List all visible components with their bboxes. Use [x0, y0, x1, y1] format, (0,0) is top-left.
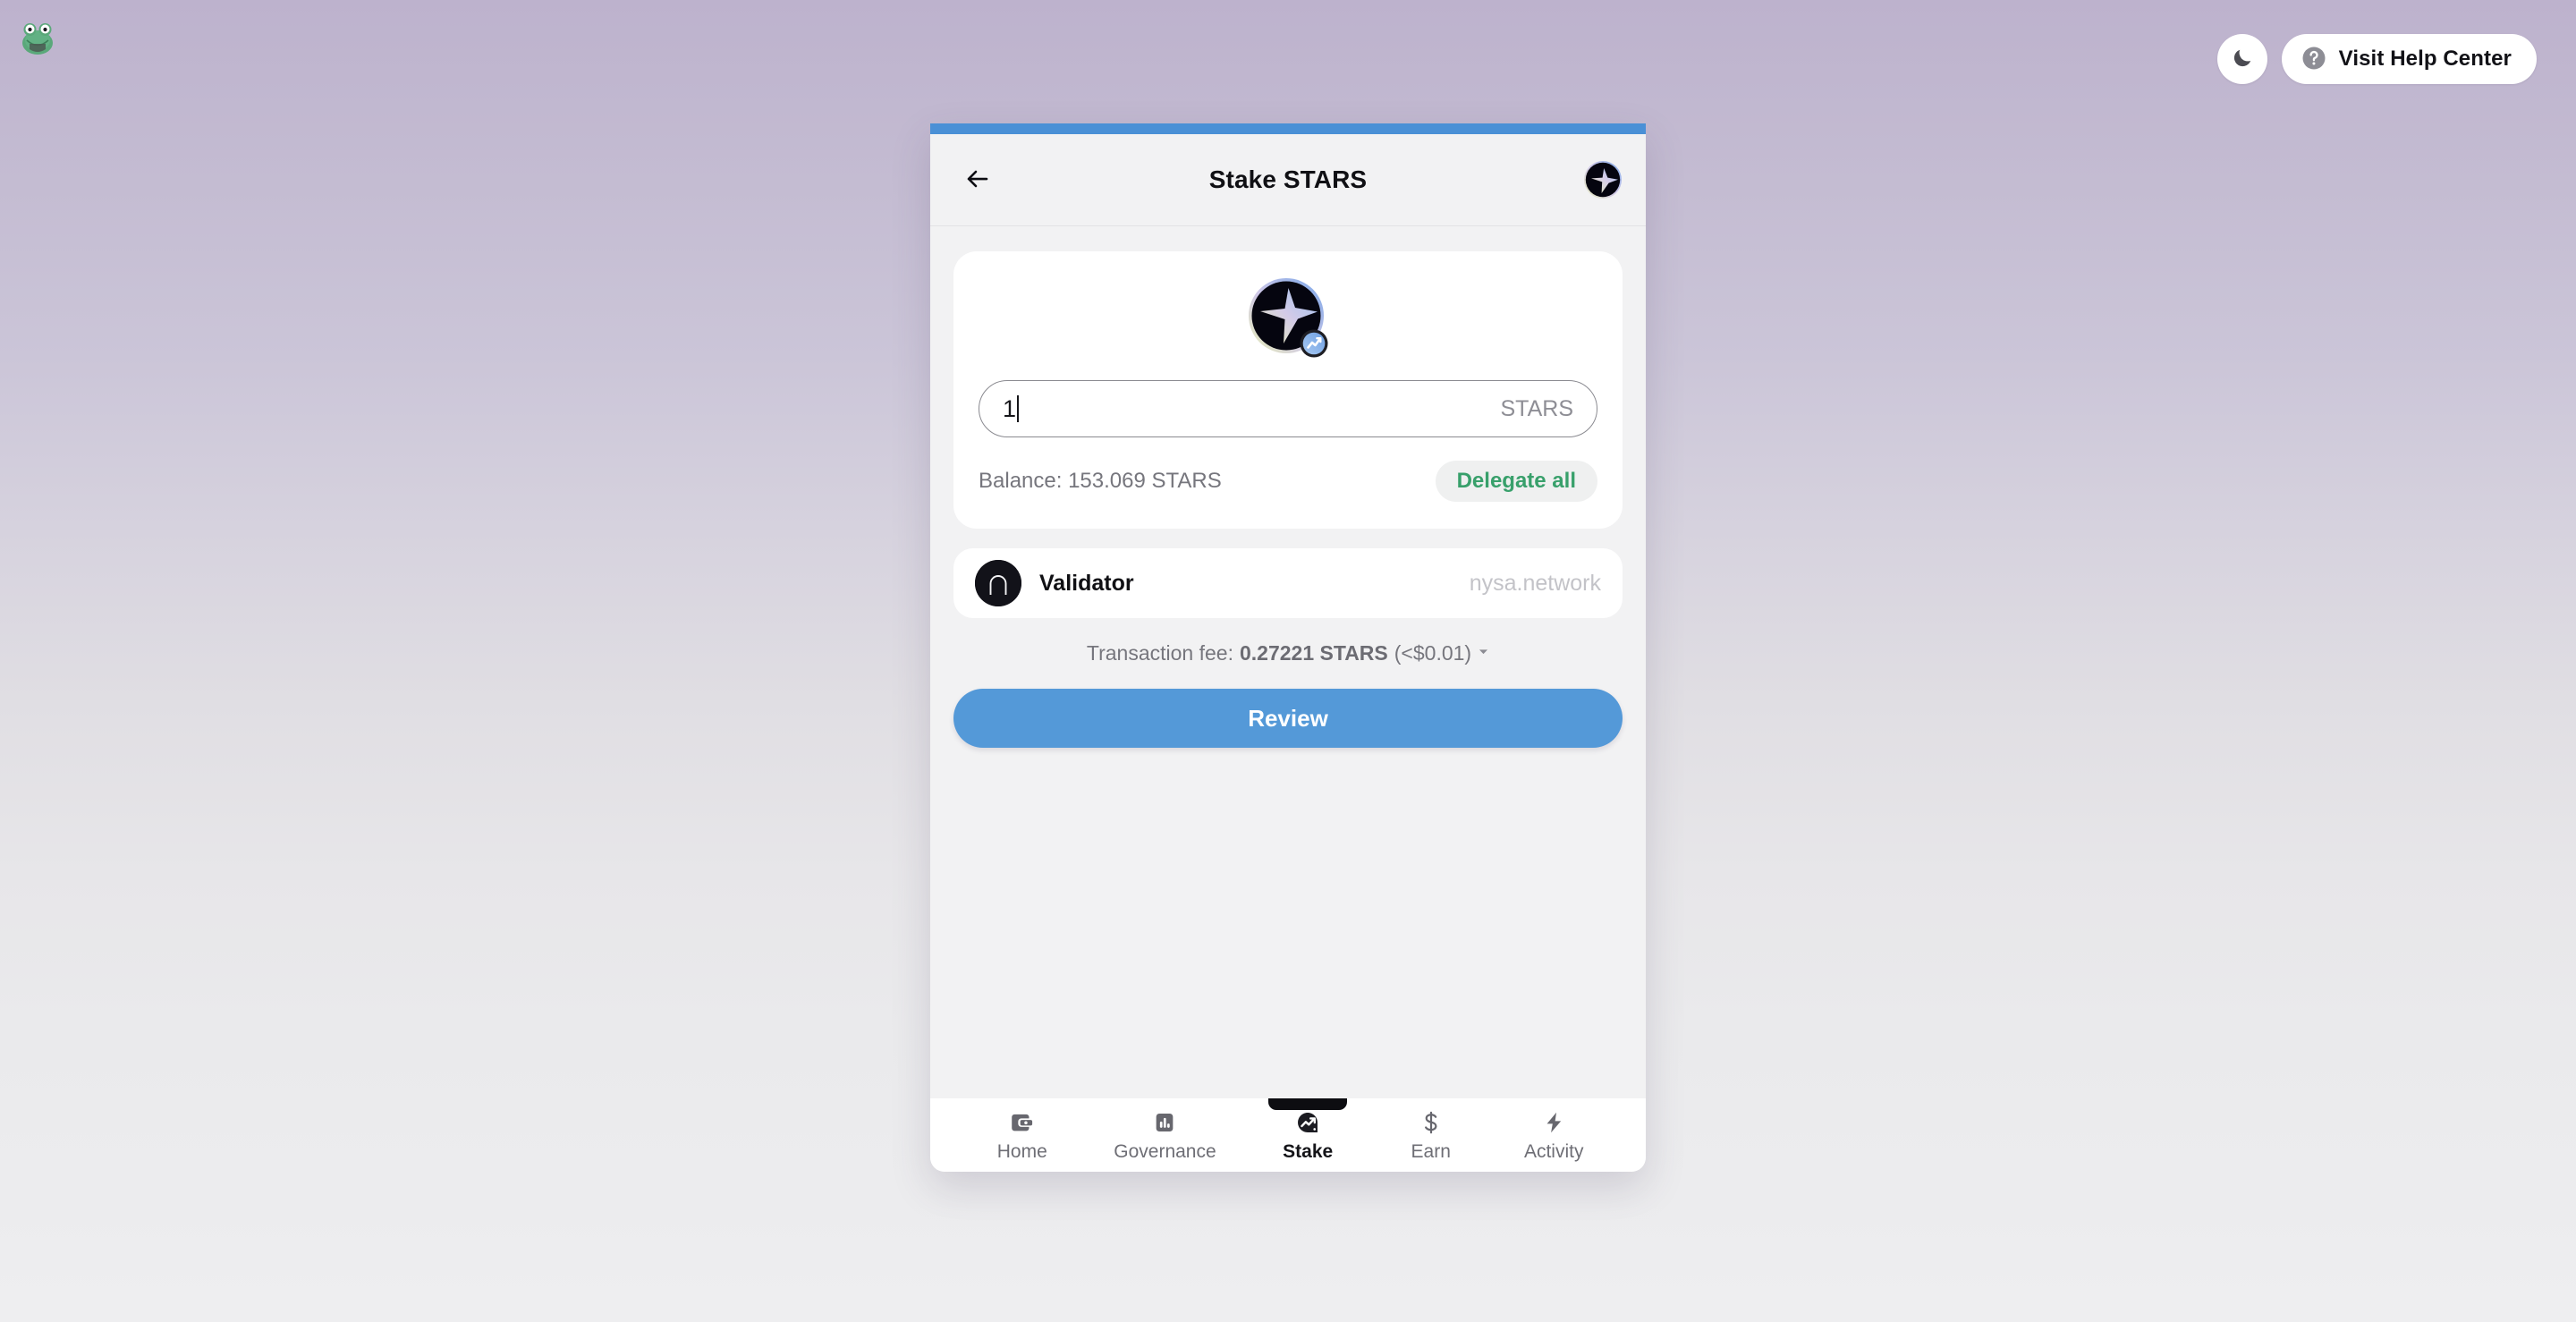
stars-token-icon[interactable] — [1583, 160, 1623, 199]
nav-label-home: Home — [996, 1141, 1047, 1162]
visit-help-center-label: Visit Help Center — [2338, 47, 2512, 71]
nav-item-stake[interactable]: Stake — [1268, 1098, 1348, 1163]
validator-label: Validator — [1039, 570, 1134, 596]
moon-icon — [2231, 47, 2254, 72]
nav-label-governance: Governance — [1114, 1141, 1216, 1162]
transaction-fee-row[interactable]: Transaction fee: 0.27221 STARS (<$0.01) — [953, 641, 1623, 665]
bottom-navigation: Home Governance Stake Earn Activity — [930, 1098, 1646, 1172]
amount-input[interactable]: 1 STARS — [979, 380, 1597, 437]
nav-label-stake: Stake — [1283, 1141, 1334, 1162]
dark-mode-toggle[interactable] — [2216, 34, 2267, 84]
arrow-left-icon — [964, 165, 991, 195]
amount-card: 1 STARS Balance: 153.069 STARS Delegate … — [953, 251, 1623, 529]
wallet-icon — [1009, 1109, 1036, 1136]
fee-amount: 0.27221 STARS — [1239, 641, 1388, 665]
nav-item-activity[interactable]: Activity — [1522, 1109, 1585, 1163]
visit-help-center-button[interactable]: Visit Help Center — [2281, 34, 2537, 84]
nav-item-home[interactable]: Home — [991, 1109, 1054, 1163]
nav-item-governance[interactable]: Governance — [1114, 1109, 1216, 1163]
nav-label-earn: Earn — [1411, 1141, 1451, 1162]
delegate-all-button[interactable]: Delegate all — [1435, 461, 1597, 502]
accent-bar — [930, 123, 1646, 134]
validator-value: nysa.network — [1469, 570, 1601, 596]
amount-input-value: 1 — [1003, 394, 1020, 423]
balance-row: Balance: 153.069 STARS Delegate all — [979, 461, 1597, 502]
review-button[interactable]: Review — [953, 689, 1623, 748]
app-header: Stake STARS — [930, 134, 1646, 226]
app-window: Stake STARS 1 STARS Balance: 153.069 STA… — [930, 123, 1646, 1172]
trending-up-icon — [1294, 1109, 1321, 1136]
page-title: Stake STARS — [1208, 165, 1368, 193]
fee-label: Transaction fee: — [1086, 641, 1233, 665]
back-button[interactable] — [953, 156, 1002, 204]
bar-chart-icon — [1151, 1109, 1178, 1136]
chevron-down-icon — [1478, 646, 1489, 662]
nysa-arch-icon — [975, 560, 1021, 606]
app-body: 1 STARS Balance: 153.069 STARS Delegate … — [930, 226, 1646, 1098]
amount-input-text: 1 — [1003, 394, 1017, 422]
token-logo-wrap — [979, 276, 1597, 359]
text-caret — [1017, 395, 1020, 422]
top-right-controls: Visit Help Center — [2216, 34, 2537, 84]
stars-token-logo — [1247, 276, 1329, 359]
nav-label-activity: Activity — [1523, 1141, 1584, 1162]
amount-unit-label: STARS — [1500, 395, 1574, 421]
validator-selector[interactable]: Validator nysa.network — [953, 548, 1623, 618]
frog-logo[interactable] — [18, 16, 57, 55]
balance-label: Balance: 153.069 STARS — [979, 469, 1222, 493]
fee-fiat-value: (<$0.01) — [1394, 641, 1472, 665]
active-tab-indicator — [1268, 1098, 1348, 1110]
dollar-icon — [1418, 1109, 1445, 1136]
question-circle-icon — [2301, 45, 2327, 74]
nav-item-earn[interactable]: Earn — [1400, 1109, 1462, 1163]
lightning-icon — [1540, 1109, 1567, 1136]
